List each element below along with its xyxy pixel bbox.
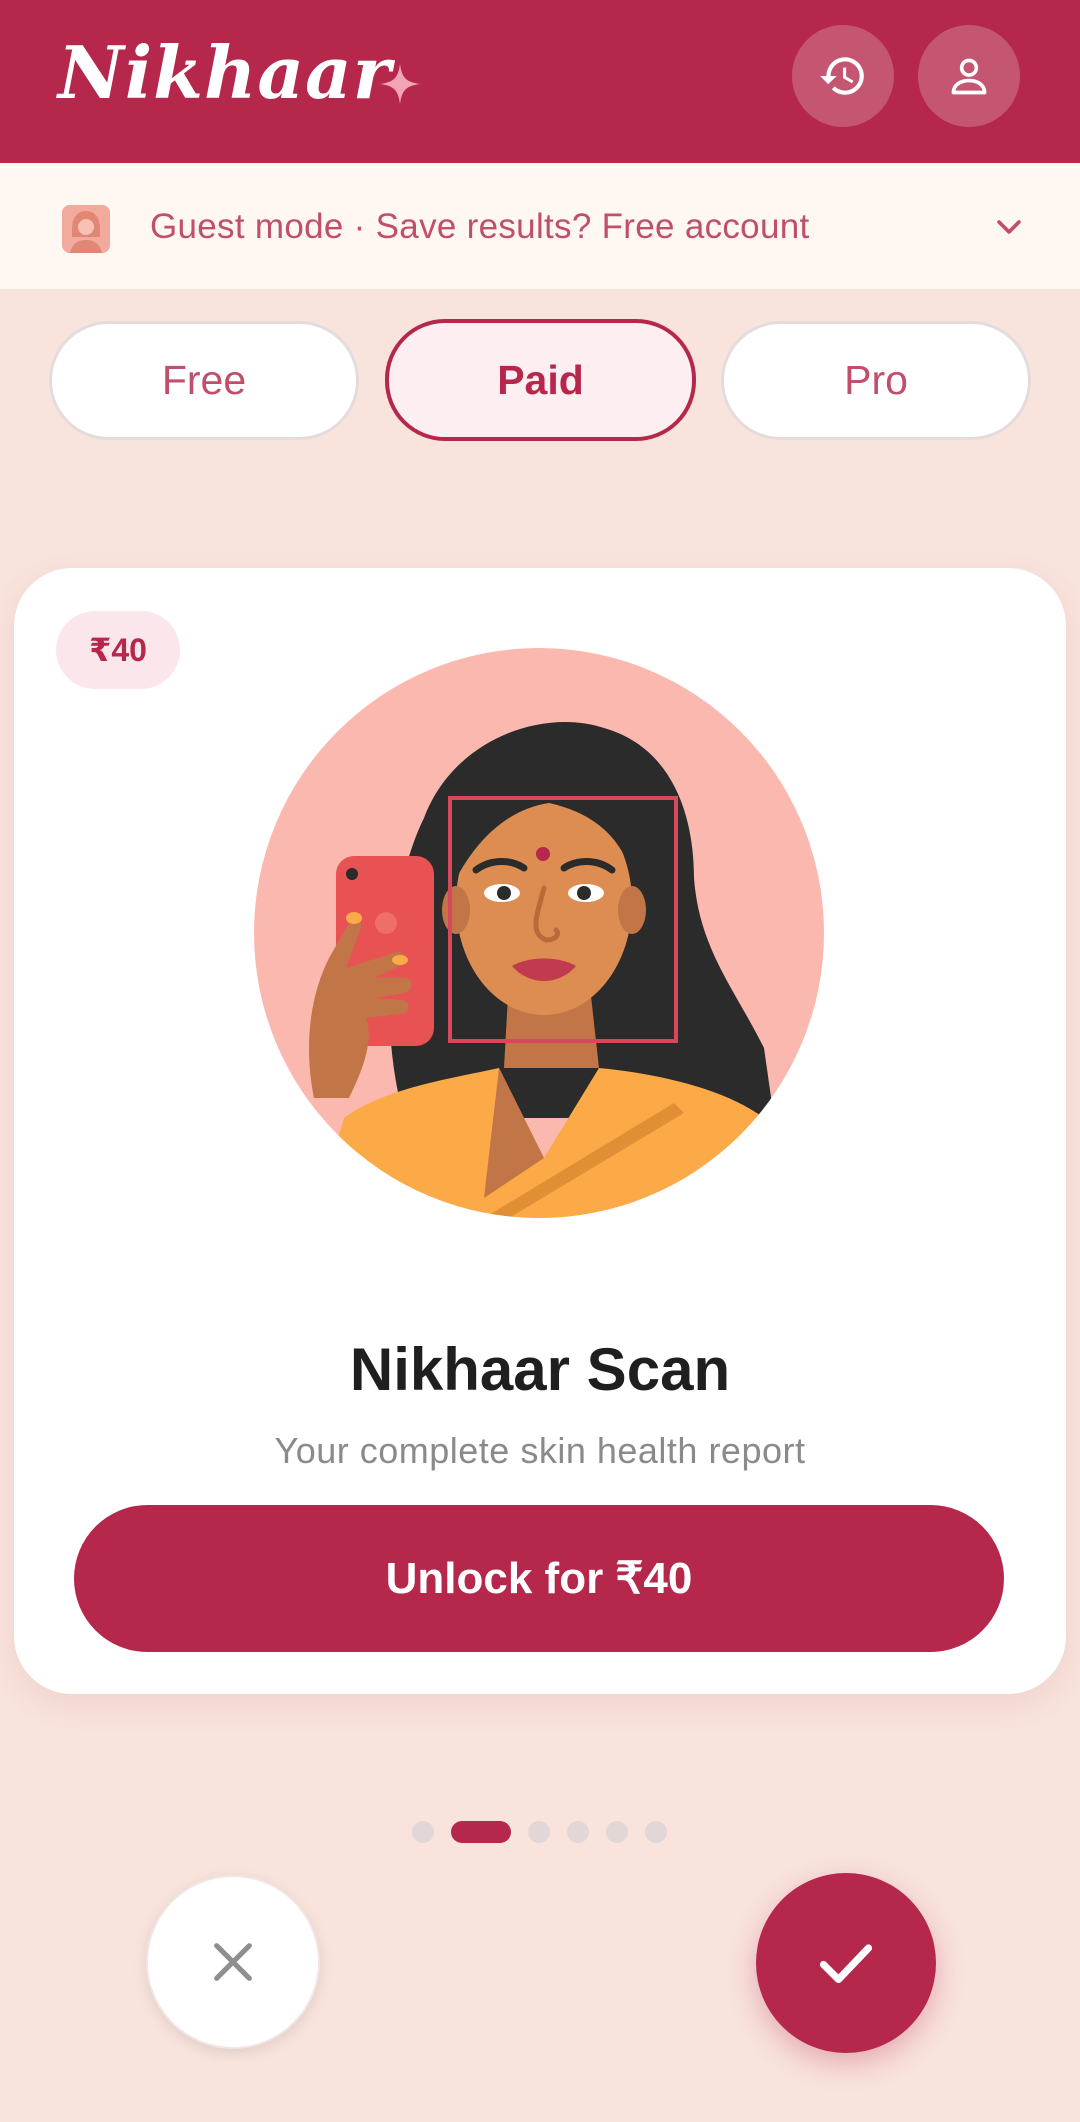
sparkle-icon <box>380 64 420 104</box>
pager-dot-active <box>451 1821 511 1843</box>
card-title: Nikhaar Scan <box>349 1336 731 1403</box>
chevron-down-icon[interactable] <box>992 210 1026 244</box>
tier-free[interactable]: Free <box>49 321 359 440</box>
brand-logo: Nikhaar <box>58 30 392 115</box>
tier-pro[interactable]: Pro <box>721 321 1031 440</box>
pager-dot <box>606 1821 628 1843</box>
selfie-scan-illustration <box>254 648 824 1218</box>
history-button[interactable] <box>792 25 894 127</box>
history-icon <box>820 57 864 95</box>
profile-button[interactable] <box>918 25 1020 127</box>
accept-button[interactable] <box>756 1873 936 2053</box>
close-icon <box>214 1943 252 1981</box>
card-subtitle: Your complete skin health report <box>274 1430 806 1471</box>
pager-dot <box>567 1821 589 1843</box>
pager-dot <box>645 1821 667 1843</box>
tier-paid[interactable]: Paid <box>385 319 696 441</box>
pager-indicator <box>0 1821 1080 1843</box>
pager-dot <box>528 1821 550 1843</box>
unlock-button[interactable]: Unlock for ₹40 <box>74 1505 1004 1652</box>
skip-button[interactable] <box>146 1875 320 2049</box>
guest-avatar <box>62 205 110 253</box>
check-icon <box>819 1944 873 1984</box>
price-badge: ₹40 <box>56 611 180 689</box>
pager-dot <box>412 1821 434 1843</box>
guest-banner-text: Guest mode · Save results? Free account <box>150 207 810 246</box>
user-icon <box>951 58 987 95</box>
